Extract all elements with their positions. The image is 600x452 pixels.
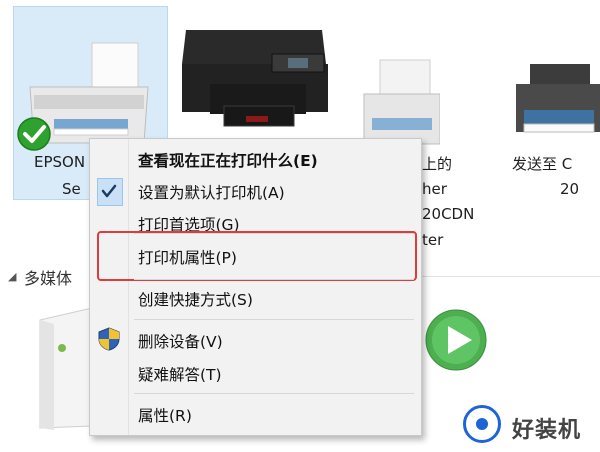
- menu-item-troubleshoot[interactable]: 疑难解答(T): [138, 363, 222, 385]
- device-name-4-line2: 20: [560, 180, 580, 198]
- menu-separator: [134, 393, 414, 394]
- printer-icon[interactable]: [360, 56, 440, 148]
- menu-item-printer-properties[interactable]: 打印机属性(P): [138, 246, 237, 268]
- watermark-text: 好装机: [512, 418, 582, 443]
- collapse-arrow-icon[interactable]: ◢: [8, 270, 16, 283]
- device-name-epson-line1: EPSON: [34, 153, 86, 171]
- context-menu: 查看现在正在打印什么(E) 设置为默认打印机(A) 打印首选项(G) 打印机属性…: [89, 138, 422, 436]
- green-check-icon: [17, 117, 51, 151]
- device-name-epson-line2: Se: [62, 180, 81, 198]
- menu-item-set-default-printer[interactable]: 设置为默认打印机(A): [138, 181, 285, 203]
- checkmark-icon: [101, 184, 117, 198]
- device-name-3-line1: 上的: [422, 155, 453, 173]
- watermark-logo-dot: [476, 418, 488, 430]
- menu-item-properties[interactable]: 属性(R): [138, 404, 192, 426]
- device-name-3-line3: 20CDN: [422, 205, 475, 223]
- device-name-3-line2: her: [422, 180, 447, 198]
- play-icon[interactable]: [424, 308, 488, 372]
- menu-item-remove-device[interactable]: 删除设备(V): [138, 330, 223, 352]
- menu-separator: [134, 279, 414, 280]
- multifunction-printer-icon[interactable]: [180, 24, 330, 136]
- printer-icon[interactable]: [508, 62, 600, 146]
- section-title-multimedia[interactable]: 多媒体: [24, 265, 72, 289]
- shield-icon: [98, 327, 120, 351]
- device-name-4-line1: 发送至 C: [512, 155, 573, 173]
- device-name-3-line4: ter: [422, 231, 444, 249]
- menu-item-see-whats-printing[interactable]: 查看现在正在打印什么(E): [138, 149, 318, 171]
- menu-item-create-shortcut[interactable]: 创建快捷方式(S): [138, 288, 253, 310]
- menu-separator: [134, 319, 414, 320]
